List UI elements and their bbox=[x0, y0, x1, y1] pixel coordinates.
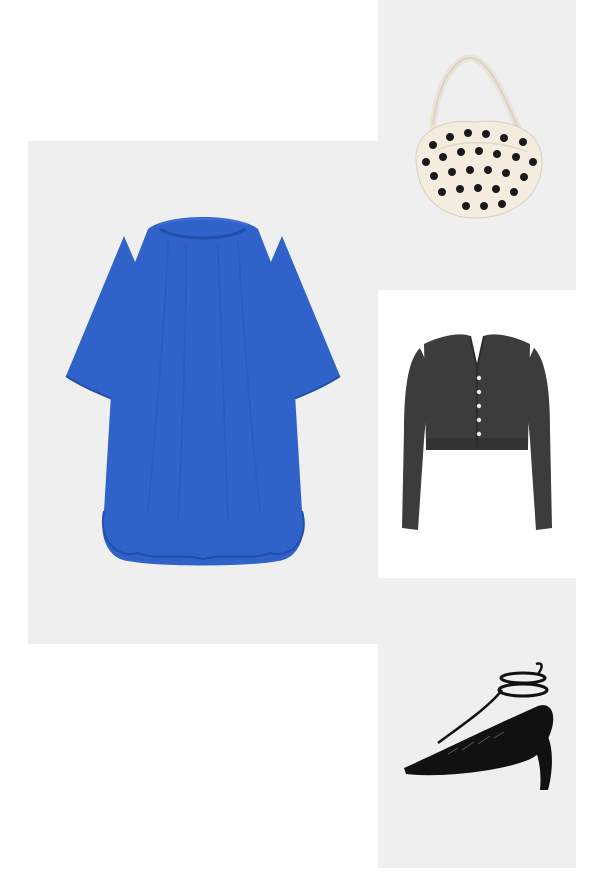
charcoal-cardigan-image bbox=[402, 334, 552, 530]
blue-dress-image bbox=[65, 217, 341, 566]
product-tile-heel[interactable] bbox=[378, 578, 576, 868]
black-heel-image bbox=[404, 662, 554, 790]
product-tile-bag[interactable] bbox=[378, 0, 576, 290]
product-tile-cardigan[interactable] bbox=[378, 290, 576, 578]
polka-dot-bag-image bbox=[415, 54, 543, 219]
product-tile-dress[interactable] bbox=[28, 141, 378, 644]
